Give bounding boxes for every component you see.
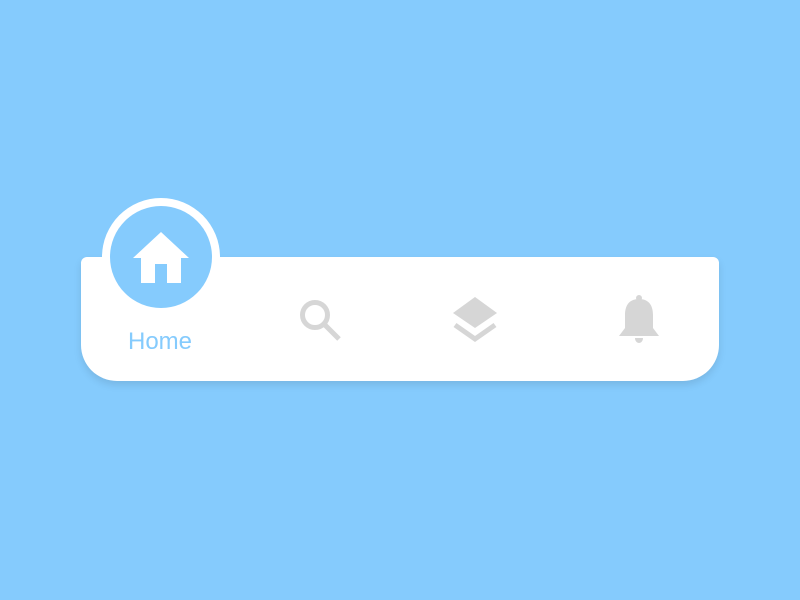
nav-item-home-label: Home <box>127 328 193 355</box>
home-icon <box>131 227 191 287</box>
nav-item-layers[interactable] <box>398 257 548 381</box>
nav-item-search[interactable] <box>245 257 395 381</box>
home-button[interactable] <box>110 206 212 308</box>
search-icon <box>295 295 345 345</box>
bell-icon <box>614 293 664 345</box>
nav-item-notifications[interactable] <box>563 257 713 381</box>
app-background: Home <box>0 0 800 600</box>
active-indicator-bubble[interactable] <box>102 198 220 316</box>
layers-icon <box>450 294 500 344</box>
